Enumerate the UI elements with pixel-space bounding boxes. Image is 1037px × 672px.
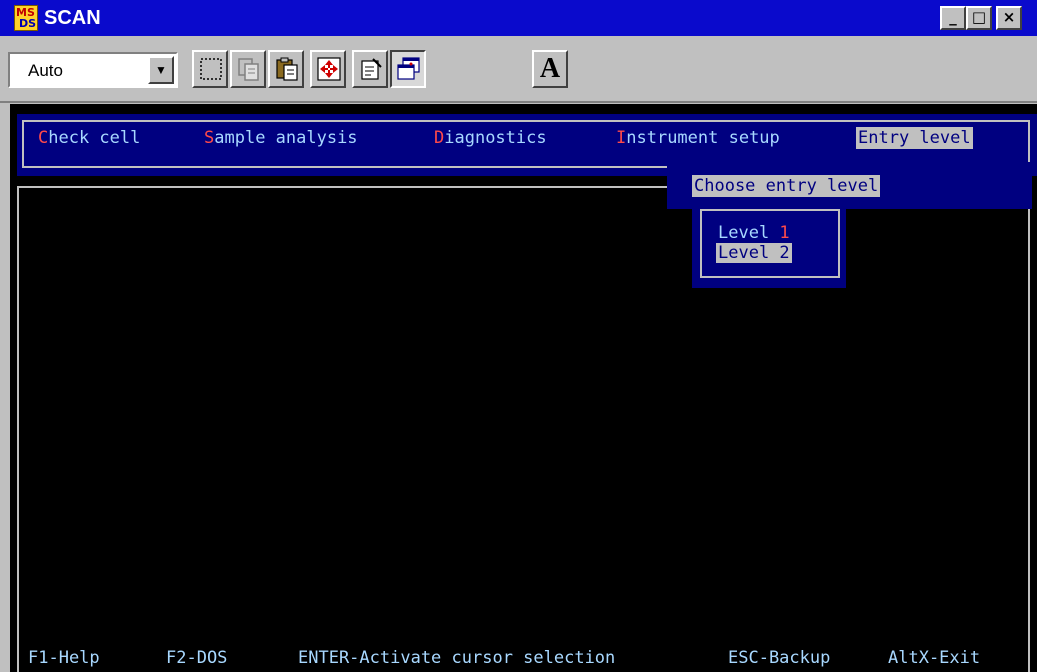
status-enter: ENTER-Activate cursor selection bbox=[298, 648, 616, 668]
status-help: F1-Help bbox=[28, 648, 100, 668]
status-bar: F1-Help F2-DOS ENTER-Activate cursor sel… bbox=[24, 644, 1032, 672]
menu-item-label: Entry level bbox=[858, 128, 971, 148]
toolbar-divider bbox=[0, 101, 1037, 103]
full-screen-icon bbox=[317, 57, 341, 81]
background-icon bbox=[397, 57, 420, 80]
menu-item-instrument-setup[interactable]: Instrument setup bbox=[616, 127, 780, 149]
background-button[interactable] bbox=[390, 50, 426, 88]
font-size-select[interactable]: Auto ▼ bbox=[8, 52, 178, 88]
mark-button[interactable] bbox=[192, 50, 228, 88]
menu-item-label: ample analysis bbox=[214, 128, 358, 148]
hotkey-letter: C bbox=[38, 128, 49, 148]
menu-item-sample-analysis[interactable]: Sample analysis bbox=[204, 127, 358, 149]
close-button[interactable]: × bbox=[996, 6, 1022, 30]
paste-icon bbox=[276, 57, 298, 81]
hotkey-letter: I bbox=[616, 128, 627, 148]
hotkey-letter: D bbox=[434, 128, 445, 148]
hotkey-letter: S bbox=[204, 128, 215, 148]
menu-item-entry-level[interactable]: Entry level bbox=[856, 127, 973, 149]
hotkey-letter: 1 bbox=[779, 223, 790, 243]
paste-button[interactable] bbox=[268, 50, 304, 88]
submenu-item-level-2[interactable]: Level 2 bbox=[716, 243, 792, 263]
dropdown-item-choose-entry-level[interactable]: Choose entry level bbox=[692, 175, 881, 197]
font-icon: A bbox=[539, 53, 561, 84]
ms-dos-logo-icon[interactable]: MS DS bbox=[14, 5, 38, 31]
full-screen-button[interactable] bbox=[310, 50, 346, 88]
menu-item-label: iagnostics bbox=[444, 128, 547, 148]
mark-icon bbox=[200, 58, 222, 80]
status-exit: AltX-Exit bbox=[888, 648, 981, 668]
chevron-down-icon[interactable]: ▼ bbox=[148, 56, 174, 84]
minimize-button[interactable]: _ bbox=[940, 6, 966, 30]
menu-item-diagnostics[interactable]: Diagnostics bbox=[434, 127, 547, 149]
menu-item-check-cell[interactable]: Check cell bbox=[38, 127, 140, 149]
menu-item-label: nstrument setup bbox=[626, 128, 780, 148]
copy-button[interactable] bbox=[230, 50, 266, 88]
status-esc: ESC-Backup bbox=[728, 648, 831, 668]
window-title: SCAN bbox=[44, 7, 101, 29]
console-window[interactable]: Check cell Sample analysis Diagnostics I… bbox=[10, 104, 1037, 672]
copy-icon bbox=[238, 58, 259, 81]
toolbar: Auto ▼ A bbox=[0, 36, 1037, 102]
logo-text-bottom: DS bbox=[18, 17, 36, 30]
workspace-frame bbox=[17, 186, 1030, 672]
status-dos: F2-DOS bbox=[166, 648, 228, 668]
properties-icon bbox=[361, 58, 382, 80]
submenu-item-level-1[interactable]: Level 1 bbox=[718, 223, 790, 243]
properties-button[interactable] bbox=[352, 50, 388, 88]
font-button[interactable]: A bbox=[532, 50, 568, 88]
title-bar[interactable]: MS DS SCAN _ □ × bbox=[0, 0, 1037, 36]
maximize-button[interactable]: □ bbox=[966, 6, 992, 30]
menu-item-label: heck cell bbox=[48, 128, 141, 148]
font-size-value: Auto bbox=[28, 61, 63, 80]
level-label: Level bbox=[718, 223, 780, 243]
